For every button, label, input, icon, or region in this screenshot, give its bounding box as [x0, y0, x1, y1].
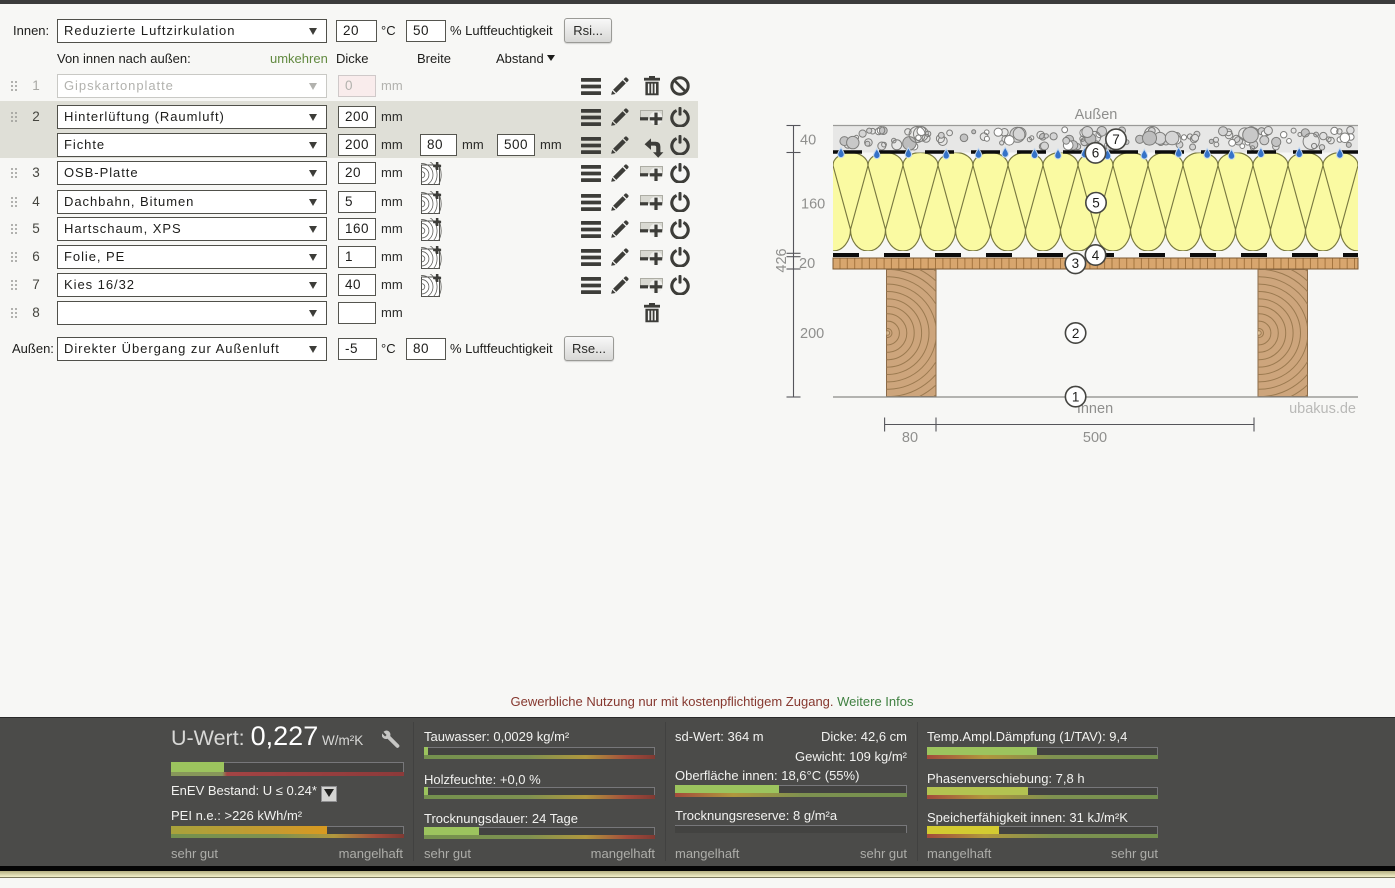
svg-text:500: 500: [1083, 430, 1107, 446]
svg-text:20: 20: [799, 256, 815, 272]
svg-text:1: 1: [1072, 389, 1080, 404]
svg-text:4: 4: [1092, 248, 1100, 263]
svg-text:6: 6: [1092, 146, 1100, 161]
svg-text:7: 7: [1112, 132, 1120, 147]
svg-text:ubakus.de: ubakus.de: [1289, 401, 1356, 417]
svg-text:5: 5: [1092, 196, 1100, 211]
svg-text:200: 200: [800, 326, 824, 342]
svg-text:3: 3: [1072, 256, 1080, 271]
svg-text:2: 2: [1072, 326, 1080, 341]
svg-text:426: 426: [774, 248, 790, 272]
svg-text:160: 160: [801, 197, 825, 213]
svg-text:Außen: Außen: [1075, 107, 1118, 123]
svg-text:80: 80: [902, 430, 918, 446]
svg-text:40: 40: [800, 133, 816, 149]
